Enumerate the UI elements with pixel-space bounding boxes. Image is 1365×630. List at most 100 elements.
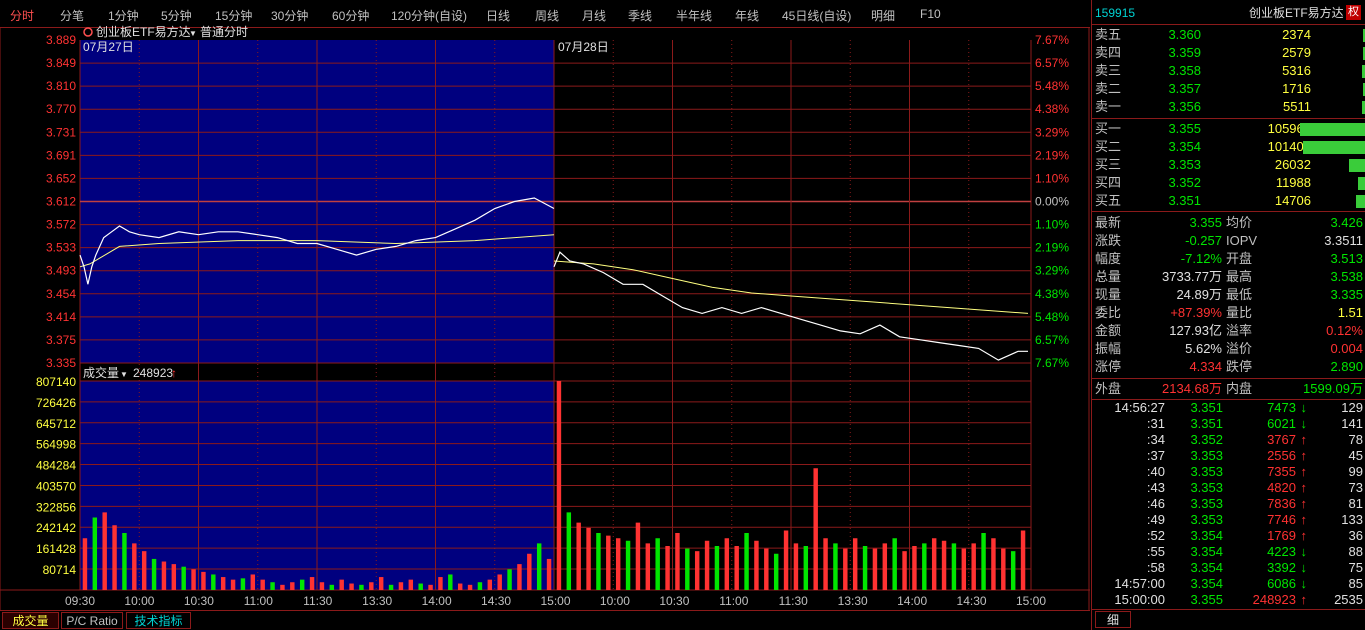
stat-value: 0.12% (1326, 323, 1363, 338)
price-tick-label: 3.770 (46, 102, 76, 116)
stat-value: -0.257 (1185, 233, 1222, 248)
tick-volume: 2556 (1267, 448, 1296, 463)
settings-icon[interactable] (83, 27, 93, 37)
up-arrow-icon: ↑ (1300, 512, 1308, 527)
stat-row: 涨跌 -0.257 IOPV 3.3511 (1095, 232, 1365, 250)
tick-row: :43 3.353 4820 ↑ 73 (1095, 480, 1365, 496)
tick-price: 3.353 (1190, 448, 1223, 463)
time-tick-label: 10:00 (124, 594, 154, 608)
dropdown-icon[interactable]: ▼ (120, 370, 128, 379)
indicator-tab-2[interactable]: 技术指标 (126, 612, 191, 629)
book-price: 3.355 (1168, 121, 1201, 136)
stat-value: 3.426 (1330, 215, 1363, 230)
intraday-chart[interactable]: 3.889 3.849 3.810 3.770 3.731 3.691 3.652 3.612… (0, 0, 1090, 610)
tick-count: 73 (1348, 480, 1363, 495)
tick-count: 129 (1341, 400, 1363, 415)
indicator-tab-1[interactable]: P/C Ratio (61, 612, 123, 629)
book-label: 买四 (1095, 175, 1122, 190)
security-name[interactable]: 创业板ETF易方达 (96, 24, 191, 39)
price-tick-label: 3.652 (46, 171, 76, 185)
time-tick-label: 09:30 (65, 594, 95, 608)
time-tick-label: 13:30 (838, 594, 868, 608)
tick-row: :40 3.353 7355 ↑ 99 (1095, 464, 1365, 480)
book-label: 买五 (1095, 193, 1122, 208)
stat-label: 涨跌 (1095, 233, 1122, 248)
outer-label: 外盘 (1095, 381, 1122, 396)
book-volume: 1716 (1282, 81, 1311, 96)
tick-count: 88 (1348, 544, 1363, 559)
tick-row: :37 3.353 2556 ↑ 45 (1095, 448, 1365, 464)
tick-row: :34 3.352 3767 ↑ 78 (1095, 432, 1365, 448)
divider (1092, 24, 1365, 25)
volume-tick-label: 322856 (36, 500, 76, 514)
volume-tick-label: 161428 (36, 542, 76, 556)
volume-tick-label: 484284 (36, 459, 76, 473)
buy-level-1[interactable]: 买一 3.355 105960 (1095, 120, 1365, 138)
up-arrow-icon: ↑ (1300, 592, 1308, 607)
security-title: 创业板ETF易方达 (1249, 6, 1344, 20)
up-arrow-icon: ↑ (1300, 464, 1308, 479)
tick-count: 45 (1348, 448, 1363, 463)
volume-tick-label: 645712 (36, 417, 76, 431)
sell-level-3[interactable]: 卖三 3.358 5316 (1095, 62, 1365, 80)
buy-level-5[interactable]: 买五 3.351 14706 (1095, 192, 1365, 210)
buy-level-2[interactable]: 买二 3.354 101405 (1095, 138, 1365, 156)
stat-label: 溢价 (1226, 341, 1253, 356)
price-tick-label: 3.691 (46, 148, 76, 162)
up-arrow-icon: ↑ (1300, 480, 1308, 495)
sell-level-4[interactable]: 卖四 3.359 2579 (1095, 44, 1365, 62)
chart-mode[interactable]: 普通分时 (200, 25, 248, 39)
detail-tab[interactable]: 细 (1095, 611, 1131, 628)
rights-badge[interactable]: 权 (1346, 5, 1361, 20)
stat-row: 现量 24.89万 最低 3.335 (1095, 286, 1365, 304)
tick-count: 81 (1348, 496, 1363, 511)
stat-value: 3733.77万 (1162, 269, 1222, 284)
sell-level-1[interactable]: 卖一 3.356 5511 (1095, 98, 1365, 116)
up-arrow-icon: ↑ (171, 366, 177, 380)
stat-label: 涨停 (1095, 359, 1122, 374)
volume-indicator-value: 248923 (133, 366, 173, 380)
tick-volume: 6086 (1267, 576, 1296, 591)
price-tick-label: 3.731 (46, 125, 76, 139)
book-price: 3.356 (1168, 99, 1201, 114)
stat-value: 3.538 (1330, 269, 1363, 284)
stat-value: 3.335 (1330, 287, 1363, 302)
tick-time: 14:57:00 (1114, 576, 1165, 591)
time-tick-label: 13:30 (362, 594, 392, 608)
tick-price: 3.353 (1190, 480, 1223, 495)
book-volume: 5316 (1282, 63, 1311, 78)
tick-price: 3.354 (1190, 560, 1223, 575)
time-tick-label: 10:00 (600, 594, 630, 608)
book-price: 3.360 (1168, 27, 1201, 42)
stat-label: 委比 (1095, 305, 1122, 320)
stat-value: 4.334 (1189, 359, 1222, 374)
stat-value: 1.51 (1337, 305, 1363, 320)
price-tick-label: 3.414 (46, 310, 76, 324)
tick-time: :55 (1146, 544, 1165, 559)
tick-volume: 6021 (1267, 416, 1296, 431)
book-bar (1300, 123, 1365, 136)
buy-level-3[interactable]: 买三 3.353 26032 (1095, 156, 1365, 174)
indicator-tab-0[interactable]: 成交量 (2, 612, 59, 629)
tick-time: :34 (1146, 432, 1165, 447)
buy-level-4[interactable]: 买四 3.352 11988 (1095, 174, 1365, 192)
stat-value: 2.890 (1330, 359, 1363, 374)
stat-label: 溢率 (1226, 323, 1253, 338)
stat-label: 金额 (1095, 323, 1122, 338)
sell-level-2[interactable]: 卖二 3.357 1716 (1095, 80, 1365, 98)
sell-level-5[interactable]: 卖五 3.360 2374 (1095, 26, 1365, 44)
inner-value: 1599.09万 (1303, 381, 1363, 396)
volume-indicator-name[interactable]: 成交量 (83, 365, 119, 380)
pct-tick-label: 4.38% (1035, 287, 1069, 301)
stat-label: 开盘 (1226, 251, 1253, 266)
price-tick-label: 3.572 (46, 218, 76, 232)
tick-volume: 4223 (1267, 544, 1296, 559)
volume-tick-label: 807140 (36, 375, 76, 389)
dropdown-icon[interactable]: ▼ (189, 29, 197, 38)
time-tick-label: 11:00 (719, 594, 748, 608)
tick-time: :46 (1146, 496, 1165, 511)
day2-date-label: 07月28日 (558, 40, 609, 54)
pct-tick-label: 0.00% (1035, 195, 1069, 209)
tick-row: 14:57:00 3.354 6086 ↓ 85 (1095, 576, 1365, 592)
book-label: 买一 (1095, 121, 1122, 136)
